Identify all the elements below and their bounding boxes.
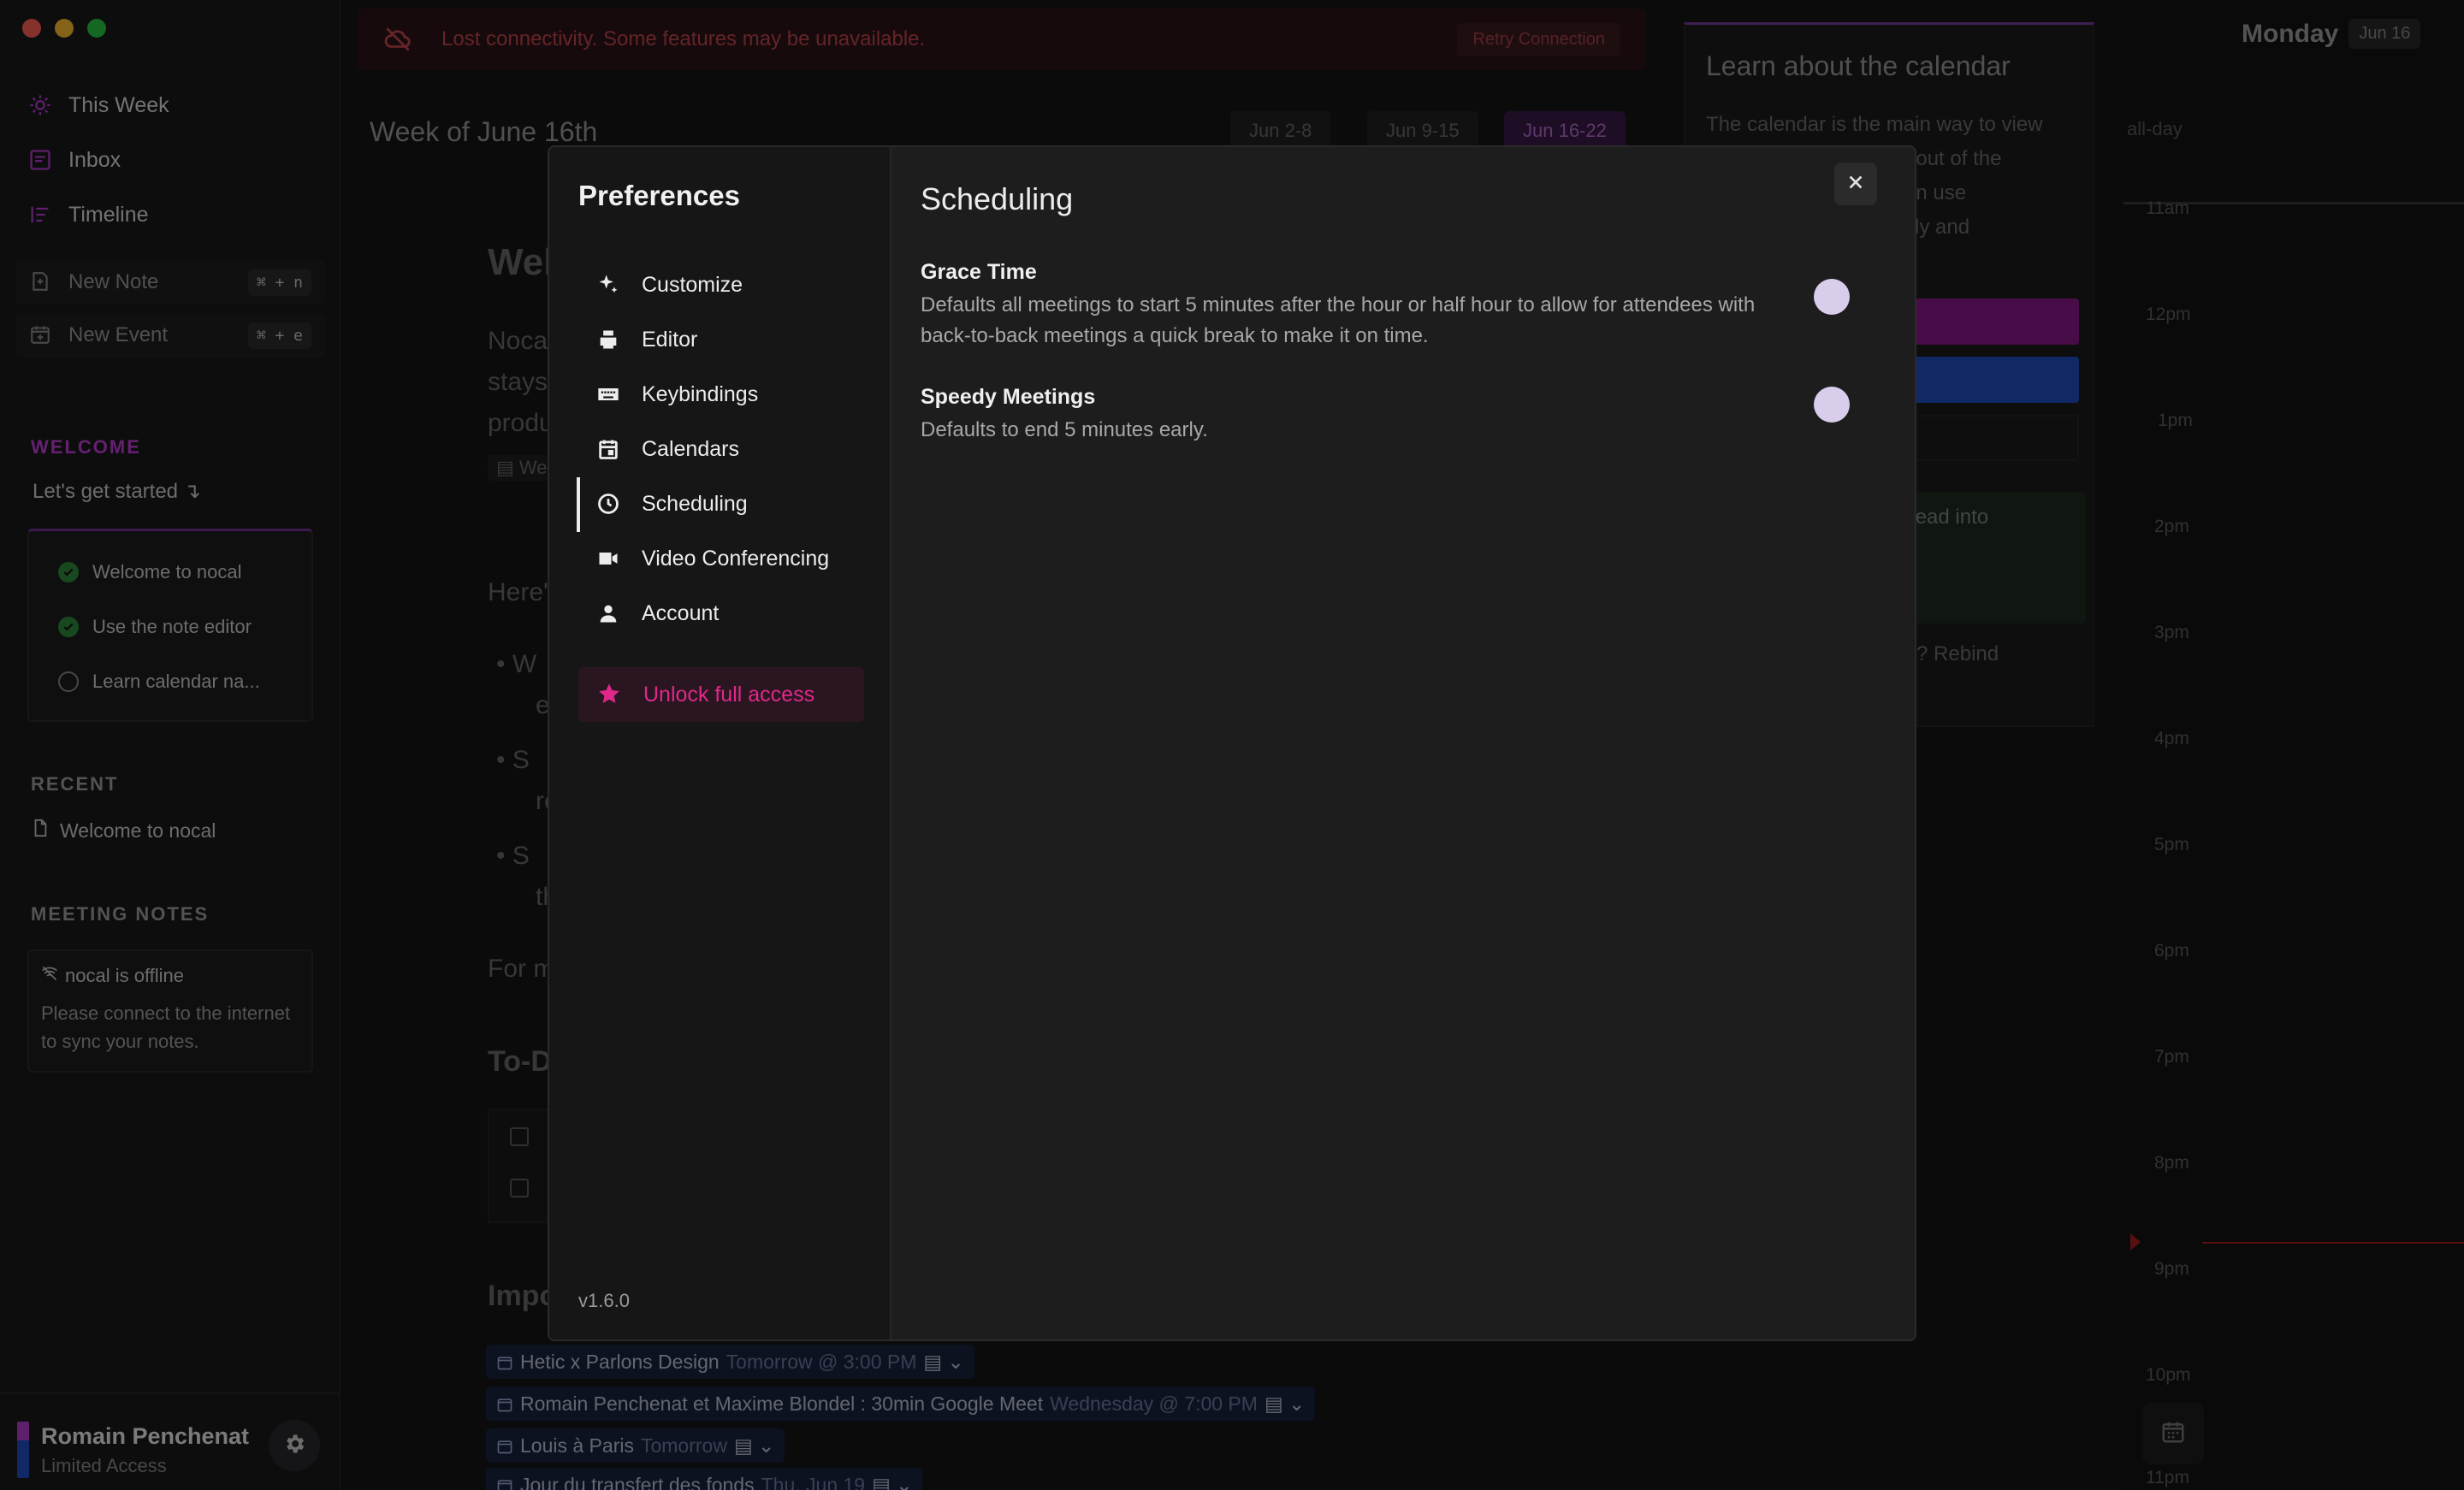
person-icon — [595, 600, 621, 626]
video-icon — [595, 546, 621, 571]
close-icon — [1846, 173, 1865, 196]
pref-nav-calendars[interactable]: Calendars — [595, 431, 739, 467]
preferences-title: Preferences — [578, 180, 740, 211]
pref-nav-video-conferencing[interactable]: Video Conferencing — [595, 541, 829, 576]
active-indicator — [577, 477, 580, 532]
calendar-icon — [595, 436, 621, 462]
section-title: Scheduling — [921, 181, 1074, 216]
app-version: v1.6.0 — [578, 1290, 630, 1311]
preferences-dialog: Preferences Customize Editor Keybindings… — [548, 145, 1916, 1341]
pref-nav-keybindings[interactable]: Keybindings — [595, 376, 758, 412]
star-icon — [597, 682, 623, 707]
setting-speedy-meetings: Speedy Meetings Defaults to end 5 minute… — [921, 385, 1879, 446]
setting-description: Defaults to end 5 minutes early. — [921, 418, 1208, 441]
pref-nav-account[interactable]: Account — [595, 595, 719, 631]
setting-title: Speedy Meetings — [921, 385, 1096, 409]
keyboard-icon — [595, 381, 621, 407]
clock-icon — [595, 491, 621, 517]
pref-nav-editor[interactable]: Editor — [595, 322, 697, 358]
close-button[interactable] — [1834, 163, 1877, 205]
speedy-meetings-toggle[interactable] — [1814, 387, 1879, 423]
preferences-content: Scheduling Grace Time Defaults all meeti… — [921, 181, 1879, 441]
editor-icon — [595, 327, 621, 352]
setting-title: Grace Time — [921, 260, 1037, 284]
setting-grace-time: Grace Time Defaults all meetings to star… — [921, 260, 1879, 352]
unlock-full-access-button[interactable]: Unlock full access — [578, 667, 864, 722]
preferences-nav: Preferences Customize Editor Keybindings… — [549, 147, 891, 1339]
pref-nav-scheduling[interactable]: Scheduling — [595, 486, 748, 522]
setting-description: Defaults all meetings to start 5 minutes… — [921, 293, 1756, 347]
grace-time-toggle[interactable] — [1814, 279, 1879, 315]
sparkles-icon — [595, 272, 621, 298]
pref-nav-customize[interactable]: Customize — [595, 267, 743, 303]
